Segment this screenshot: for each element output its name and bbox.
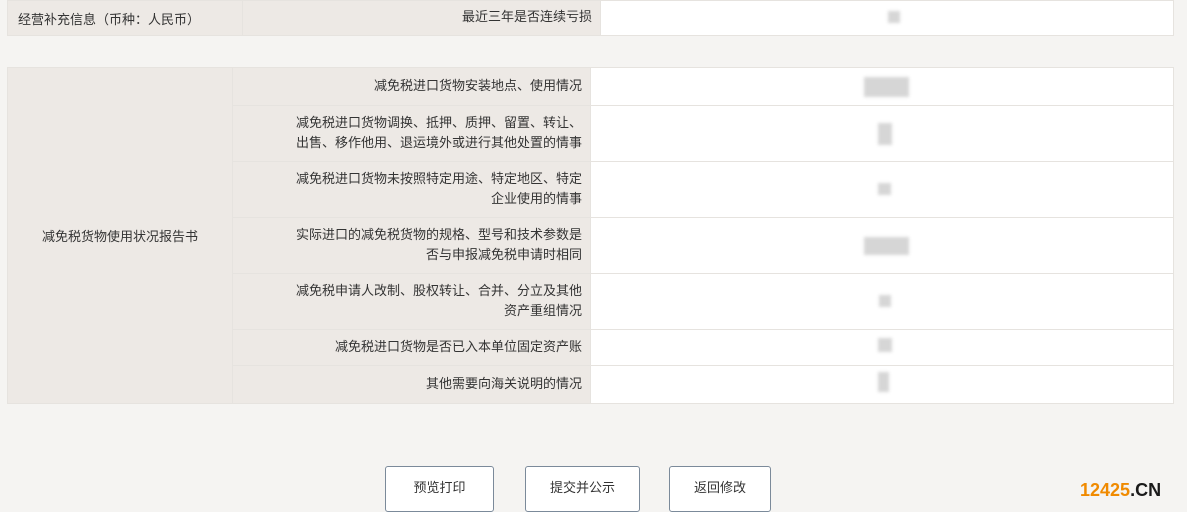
- row-label-5: 减免税进口货物是否已入本单位固定资产账: [232, 329, 591, 366]
- usage-report-section-label: 减免税货物使用状况报告书: [7, 67, 233, 404]
- redacted-value: [864, 77, 909, 97]
- row-value-1: [590, 105, 1174, 162]
- row-value-0: [590, 67, 1174, 106]
- preview-print-button[interactable]: 预览打印: [385, 466, 494, 512]
- row-label-1-line-0: 减免税进口货物调换、抵押、质押、留置、转让、: [295, 115, 582, 131]
- consecutive-loss-label: 最近三年是否连续亏损: [242, 0, 601, 36]
- row-label-2-line-0: 减免税进口货物未按照特定用途、特定地区、特定: [295, 171, 582, 187]
- supplementary-table: 经营补充信息（币种：人民币） 最近三年是否连续亏损: [7, 0, 1174, 36]
- row-label-4-line-1: 资产重组情况: [503, 303, 582, 319]
- row-value-3: [590, 217, 1174, 274]
- row-label-3-line-1: 否与申报减免税申请时相同: [425, 247, 582, 263]
- row-label-4: 减免税申请人改制、股权转让、合并、分立及其他 资产重组情况: [232, 273, 591, 330]
- row-label-3-line-0: 实际进口的减免税货物的规格、型号和技术参数是: [295, 227, 582, 243]
- return-edit-button[interactable]: 返回修改: [669, 466, 771, 512]
- consecutive-loss-value: [600, 0, 1174, 36]
- redacted-value: [878, 183, 891, 195]
- row-label-3: 实际进口的减免税货物的规格、型号和技术参数是 否与申报减免税申请时相同: [232, 217, 591, 274]
- site-watermark-logo: 12425.CN: [1080, 480, 1161, 501]
- row-label-4-line-0: 减免税申请人改制、股权转让、合并、分立及其他: [295, 283, 582, 299]
- redacted-value: [878, 338, 892, 352]
- row-label-5-line-0: 减免税进口货物是否已入本单位固定资产账: [334, 339, 582, 355]
- supplementary-section-label: 经营补充信息（币种：人民币）: [7, 0, 243, 36]
- usage-report-table: 减免税货物使用状况报告书 减免税进口货物安装地点、使用情况 减免税进口货物调换、…: [7, 67, 1174, 404]
- row-label-2-line-1: 企业使用的情事: [490, 191, 582, 207]
- redacted-value: [879, 295, 891, 307]
- row-label-0: 减免税进口货物安装地点、使用情况: [232, 67, 591, 106]
- redacted-value: [864, 237, 909, 255]
- redacted-value: [888, 11, 900, 23]
- row-label-1-line-1: 出售、移作他用、退运境外或进行其他处置的情事: [295, 135, 582, 151]
- redacted-value: [878, 123, 892, 145]
- row-label-6: 其他需要向海关说明的情况: [232, 365, 591, 404]
- row-label-0-line-0: 减免税进口货物安装地点、使用情况: [373, 78, 582, 94]
- row-value-4: [590, 273, 1174, 330]
- row-label-6-line-0: 其他需要向海关说明的情况: [425, 376, 582, 392]
- row-value-5: [590, 329, 1174, 366]
- watermark-suffix: .CN: [1130, 480, 1162, 500]
- row-value-2: [590, 161, 1174, 218]
- redacted-value: [878, 372, 889, 392]
- submit-publish-button[interactable]: 提交并公示: [525, 466, 640, 512]
- row-value-6: [590, 365, 1174, 404]
- table-row: 减免税货物使用状况报告书 减免税进口货物安装地点、使用情况: [7, 67, 1174, 404]
- row-label-2: 减免税进口货物未按照特定用途、特定地区、特定 企业使用的情事: [232, 161, 591, 218]
- watermark-main: 12425: [1080, 480, 1131, 500]
- row-label-1: 减免税进口货物调换、抵押、质押、留置、转让、 出售、移作他用、退运境外或进行其他…: [232, 105, 591, 162]
